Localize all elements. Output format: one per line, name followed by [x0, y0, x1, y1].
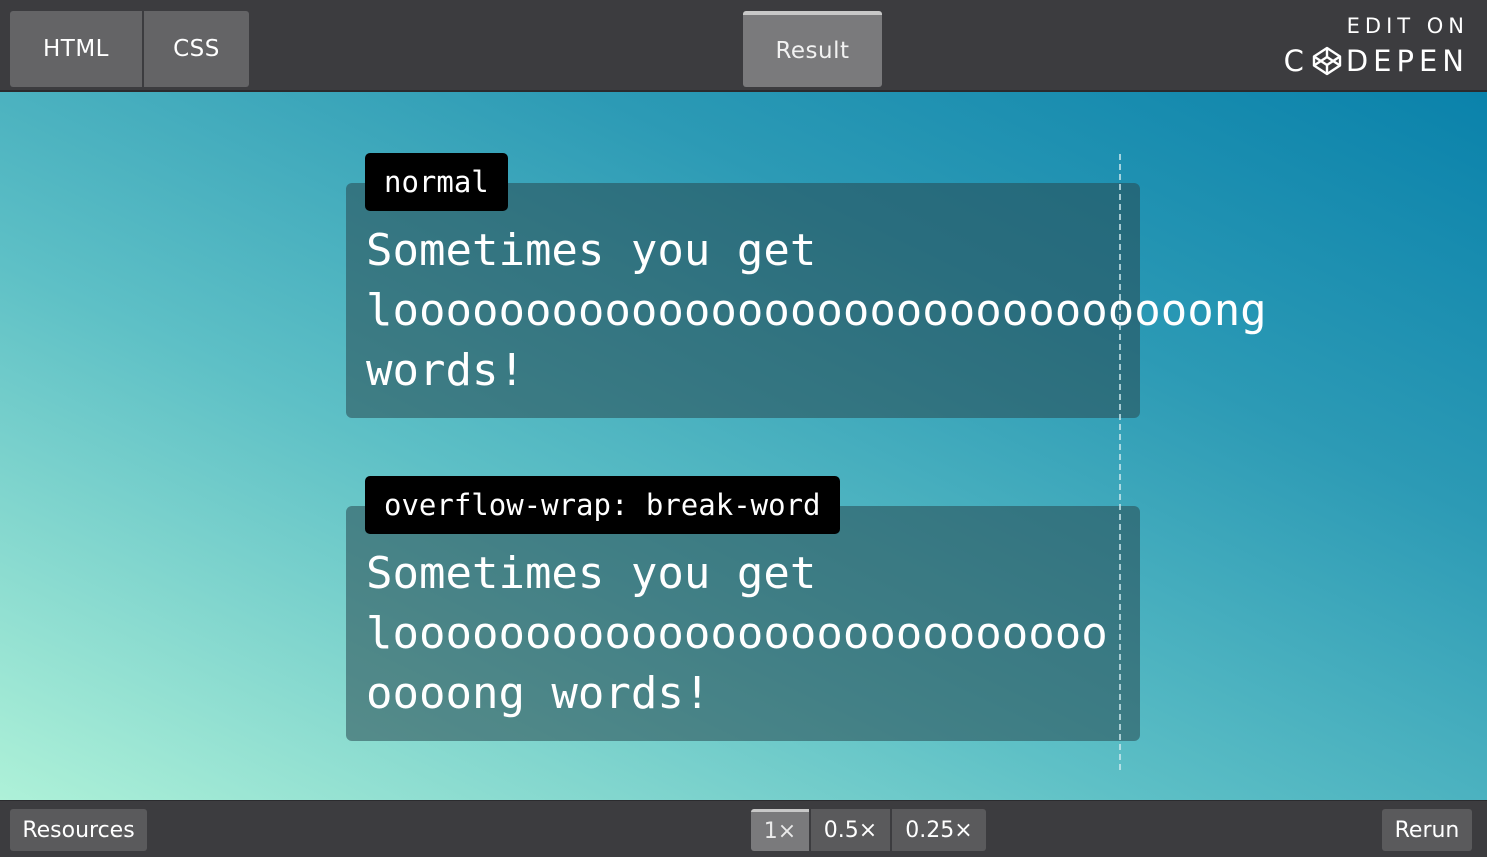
edit-on-codepen-link[interactable]: EDIT ON C DEPEN — [1279, 12, 1469, 82]
demo-box-normal: normal Sometimes you get loooooooooooooo… — [346, 153, 1267, 418]
edit-on-text: EDIT ON — [1346, 14, 1469, 38]
codepen-logo: C DEPEN — [1283, 44, 1469, 78]
tab-result[interactable]: Result — [743, 11, 882, 87]
codepen-cube-icon — [1312, 46, 1342, 76]
demo-text: Sometimes you get looooooooooooooooooooo… — [366, 548, 1108, 719]
resources-button[interactable]: Resources — [10, 809, 147, 851]
demo-label: normal — [365, 153, 508, 211]
result-preview: normal Sometimes you get loooooooooooooo… — [0, 92, 1487, 800]
demo-text: Sometimes you get looooooooooooooooooooo… — [366, 225, 1267, 396]
codepen-logo-letter-c: C — [1283, 44, 1309, 78]
zoom-1x-button[interactable]: 1× — [751, 809, 809, 851]
demo-box-break-word: overflow-wrap: break-word Sometimes you … — [346, 476, 1140, 741]
zoom-0.25x-button[interactable]: 0.25× — [892, 809, 986, 851]
zoom-0.5x-button[interactable]: 0.5× — [811, 809, 890, 851]
footer-bar: Resources 1× 0.5× 0.25× Rerun — [0, 800, 1487, 857]
tab-html[interactable]: HTML — [10, 11, 142, 87]
demo-label: overflow-wrap: break-word — [365, 476, 840, 534]
rerun-button[interactable]: Rerun — [1382, 809, 1472, 851]
container-edge-guide-line — [1119, 154, 1121, 770]
codepen-logo-letters: DEPEN — [1345, 44, 1469, 78]
editor-toolbar: HTML CSS Result EDIT ON C DEPEN — [0, 0, 1487, 92]
tab-css[interactable]: CSS — [144, 11, 249, 87]
zoom-control: 1× 0.5× 0.25× — [751, 809, 986, 851]
